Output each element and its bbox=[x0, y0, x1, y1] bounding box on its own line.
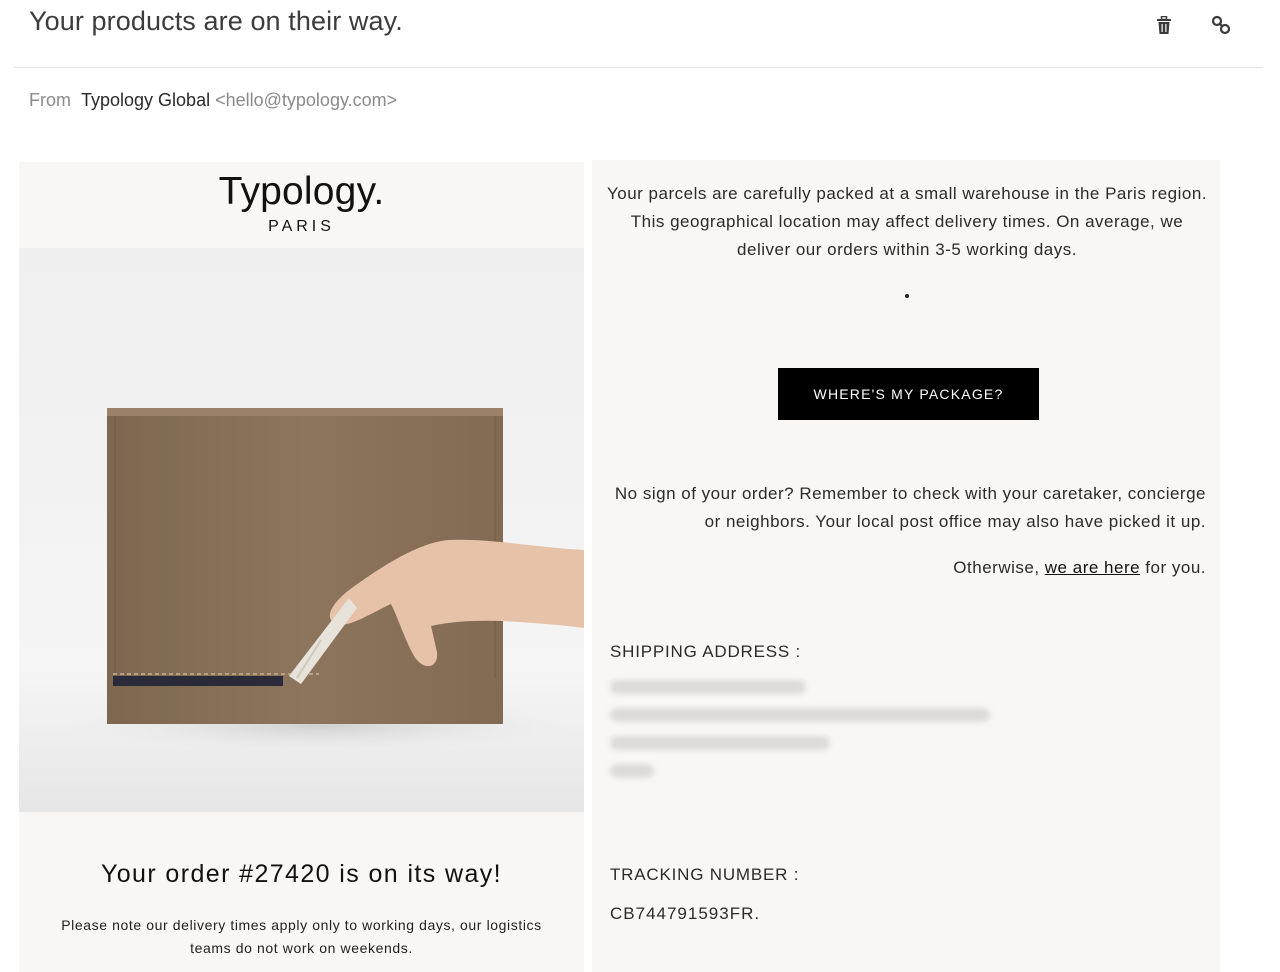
order-card: Typology. PARIS Your order #27420 is on … bbox=[19, 162, 584, 972]
shipping-address-label: SHIPPING ADDRESS : bbox=[610, 642, 802, 661]
separator-dot bbox=[905, 294, 909, 298]
brand-subtitle: PARIS bbox=[268, 218, 335, 235]
link-icon[interactable] bbox=[1208, 12, 1234, 38]
trash-icon[interactable] bbox=[1151, 12, 1177, 38]
header-divider bbox=[14, 67, 1263, 68]
tracking-number-label: TRACKING NUMBER : bbox=[610, 865, 800, 884]
from-label: From bbox=[29, 90, 71, 110]
email-view: Your products are on their way. From Typo… bbox=[0, 0, 1280, 972]
contact-suffix: for you. bbox=[1145, 558, 1206, 577]
help-text: No sign of your order? Remember to check… bbox=[614, 484, 1206, 531]
shipping-address-redacted bbox=[610, 680, 1010, 790]
shipping-info-card: Your parcels are carefully packed at a s… bbox=[592, 160, 1220, 972]
from-row: From Typology Global <hello@typology.com> bbox=[29, 90, 397, 111]
wheres-my-package-button[interactable]: WHERE'S MY PACKAGE? bbox=[778, 368, 1039, 420]
contact-prefix: Otherwise, bbox=[953, 558, 1040, 577]
sender-name[interactable]: Typology Global bbox=[81, 90, 210, 110]
contact-line: Otherwise, we are here for you. bbox=[602, 554, 1206, 582]
order-title: Your order #27420 is on its way! bbox=[100, 860, 503, 888]
sender-email[interactable]: <hello@typology.com> bbox=[215, 90, 397, 110]
contact-link[interactable]: we are here bbox=[1045, 558, 1140, 577]
intro-text: Your parcels are carefully packed at a s… bbox=[606, 184, 1208, 259]
hero-image[interactable] bbox=[19, 248, 584, 812]
brand-logo[interactable]: Typology. bbox=[19, 170, 584, 214]
tracking-number[interactable]: CB744791593FR. bbox=[610, 904, 760, 924]
delivery-note: Please note our delivery times apply onl… bbox=[61, 917, 542, 956]
email-subject: Your products are on their way. bbox=[29, 6, 403, 36]
